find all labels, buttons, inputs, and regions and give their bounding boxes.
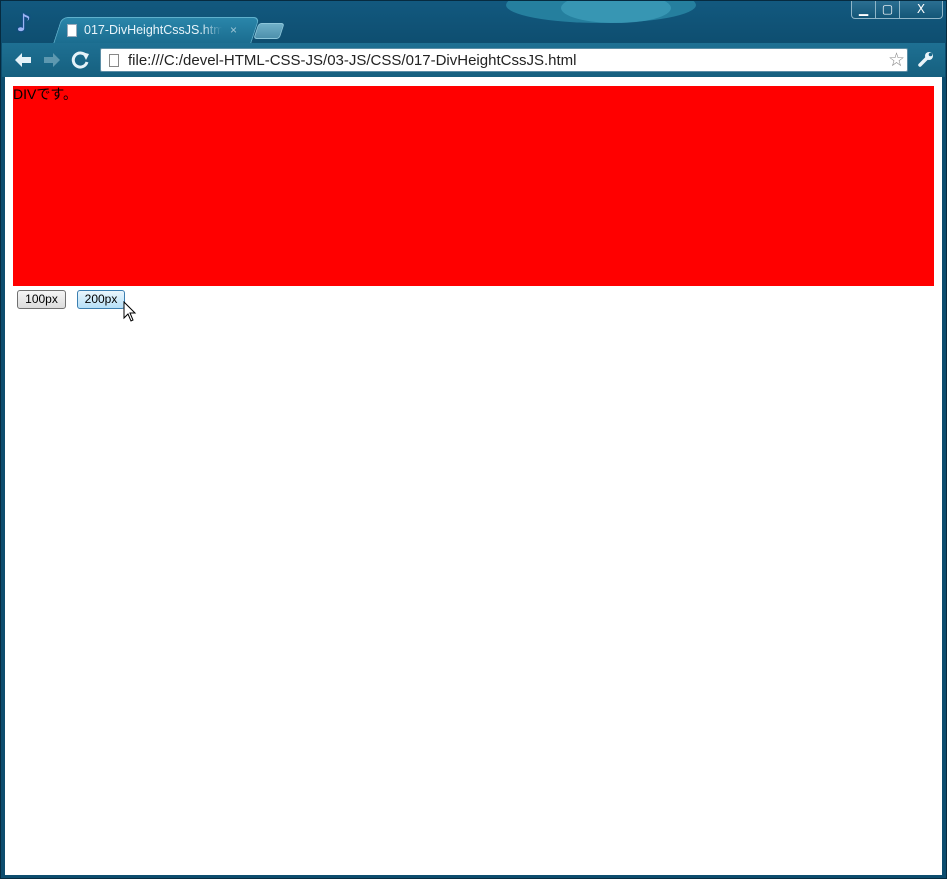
close-window-button[interactable]: X bbox=[899, 1, 943, 19]
page-icon bbox=[67, 23, 77, 37]
title-bar: ♪ 017-DivHeightCssJS.html × ▁ ▢ X bbox=[1, 1, 946, 43]
red-div: DIVです。 bbox=[13, 86, 934, 286]
new-tab-button[interactable] bbox=[253, 23, 285, 39]
navigation-toolbar: file:///C:/devel-HTML-CSS-JS/03-JS/CSS/0… bbox=[2, 43, 945, 77]
minimize-button[interactable]: ▁ bbox=[851, 1, 876, 19]
music-note-icon: ♪ bbox=[16, 9, 32, 37]
star-icon[interactable]: ☆ bbox=[888, 49, 905, 71]
maximize-button[interactable]: ▢ bbox=[875, 1, 900, 19]
tab-active[interactable]: 017-DivHeightCssJS.html × bbox=[67, 19, 243, 41]
page-viewport: DIVです。 100px 200px bbox=[5, 77, 942, 875]
address-bar[interactable]: file:///C:/devel-HTML-CSS-JS/03-JS/CSS/0… bbox=[100, 48, 908, 72]
forward-arrow-icon[interactable] bbox=[42, 51, 62, 69]
tab-title: 017-DivHeightCssJS.html bbox=[84, 23, 222, 37]
height-100px-button[interactable]: 100px bbox=[17, 290, 66, 309]
url-text[interactable]: file:///C:/devel-HTML-CSS-JS/03-JS/CSS/0… bbox=[128, 52, 888, 69]
close-tab-icon[interactable]: × bbox=[230, 23, 237, 37]
mouse-cursor-icon bbox=[123, 301, 137, 322]
wrench-icon[interactable] bbox=[916, 50, 936, 70]
height-200px-button[interactable]: 200px bbox=[77, 290, 125, 309]
browser-window: ♪ 017-DivHeightCssJS.html × ▁ ▢ X file:/… bbox=[0, 0, 947, 879]
reload-icon[interactable] bbox=[71, 51, 91, 69]
back-arrow-icon[interactable] bbox=[13, 51, 33, 69]
page-icon bbox=[109, 53, 119, 67]
